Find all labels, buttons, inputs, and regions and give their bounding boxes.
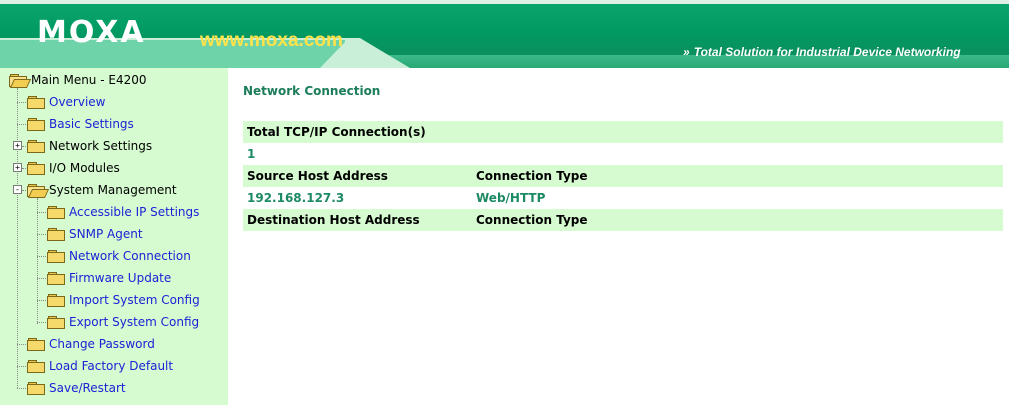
- open-folder-icon: [9, 73, 32, 88]
- expand-network-settings-toggle[interactable]: +: [13, 141, 22, 150]
- sidebar-item-overview[interactable]: Overview: [27, 92, 106, 112]
- sidebar-item-accessible-ip-settings[interactable]: Accessible IP Settings: [47, 202, 199, 222]
- tree-line: [37, 234, 46, 235]
- table-header-row: Source Host Address Connection Type: [243, 165, 1003, 187]
- tree-line: [17, 344, 26, 345]
- folder-icon: [27, 95, 45, 109]
- folder-icon: [27, 359, 45, 373]
- sidebar-item-basic-settings[interactable]: Basic Settings: [27, 114, 134, 134]
- source-connection-type: Web/HTTP: [472, 187, 1003, 209]
- open-folder-icon: [27, 183, 50, 198]
- folder-icon: [47, 227, 65, 241]
- page-title: Network Connection: [243, 84, 381, 98]
- sidebar-item-save-restart[interactable]: Save/Restart: [27, 378, 126, 398]
- sidebar-item-snmp-agent[interactable]: SNMP Agent: [47, 224, 143, 244]
- tagline-text: Total Solution for Industrial Device Net…: [693, 45, 961, 59]
- folder-icon: [47, 249, 65, 263]
- tree-line: [17, 88, 18, 388]
- sidebar-item-network-settings[interactable]: Network Settings: [27, 136, 152, 156]
- folder-icon: [47, 315, 65, 329]
- sidebar-menu-tree: + + - Main Menu - E4200 Overview Basic S…: [0, 68, 228, 405]
- folder-icon: [27, 161, 45, 175]
- sidebar-item-label[interactable]: Basic Settings: [49, 117, 134, 131]
- tree-line: [17, 124, 26, 125]
- expand-io-modules-toggle[interactable]: +: [13, 163, 22, 172]
- header-tagline: » Total Solution for Industrial Device Ne…: [683, 44, 961, 60]
- source-host-address: 192.168.127.3: [243, 187, 472, 209]
- sidebar-root-label: Main Menu - E4200: [31, 73, 147, 87]
- sidebar-item-system-management[interactable]: System Management: [27, 180, 177, 200]
- collapse-system-management-toggle[interactable]: -: [13, 185, 22, 194]
- tree-line: [17, 366, 26, 367]
- tree-line: [22, 146, 26, 147]
- sidebar-item-label[interactable]: Export System Config: [69, 315, 199, 329]
- table-header-row: Total TCP/IP Connection(s): [243, 121, 1003, 143]
- sidebar-item-label[interactable]: I/O Modules: [49, 161, 120, 175]
- sidebar-item-label[interactable]: Change Password: [49, 337, 155, 351]
- sidebar-item-label[interactable]: Save/Restart: [49, 381, 126, 395]
- sidebar-item-label[interactable]: Network Connection: [69, 249, 191, 263]
- sidebar-item-label[interactable]: Overview: [49, 95, 106, 109]
- tree-line: [37, 198, 38, 324]
- connection-table: Total TCP/IP Connection(s) 1 Source Host…: [243, 121, 1003, 231]
- tree-line: [37, 278, 46, 279]
- tree-line: [17, 102, 26, 103]
- table-row: 1: [243, 143, 1003, 165]
- tree-line: [22, 168, 26, 169]
- sidebar-item-label[interactable]: Accessible IP Settings: [69, 205, 199, 219]
- sidebar-item-label[interactable]: Import System Config: [69, 293, 200, 307]
- sidebar-item-firmware-update[interactable]: Firmware Update: [47, 268, 171, 288]
- table-row: 192.168.127.3 Web/HTTP: [243, 187, 1003, 209]
- folder-icon: [27, 381, 45, 395]
- tree-line: [17, 388, 26, 389]
- double-chevron-icon: »: [683, 45, 690, 59]
- tree-line: [37, 212, 46, 213]
- moxa-logo: MOXA: [37, 15, 146, 50]
- sidebar-item-load-factory-default[interactable]: Load Factory Default: [27, 356, 173, 376]
- sidebar-item-network-connection[interactable]: Network Connection: [47, 246, 191, 266]
- total-connections-value: 1: [243, 143, 1003, 165]
- source-connection-type-header: Connection Type: [472, 165, 1003, 187]
- folder-icon: [27, 117, 45, 131]
- folder-icon: [47, 205, 65, 219]
- destination-connection-type-header: Connection Type: [472, 209, 1003, 231]
- tree-line: [37, 322, 46, 323]
- site-link[interactable]: www.moxa.com: [200, 30, 343, 52]
- main-content: Network Connection Total TCP/IP Connecti…: [228, 68, 1009, 405]
- sidebar-item-io-modules[interactable]: I/O Modules: [27, 158, 120, 178]
- tree-line: [37, 256, 46, 257]
- sidebar-item-label[interactable]: Firmware Update: [69, 271, 171, 285]
- folder-icon: [27, 139, 45, 153]
- source-host-header: Source Host Address: [243, 165, 472, 187]
- destination-host-header: Destination Host Address: [243, 209, 472, 231]
- sidebar-item-label[interactable]: Network Settings: [49, 139, 152, 153]
- page-header: MOXA www.moxa.com » Total Solution for In…: [0, 0, 1009, 68]
- sidebar-item-change-password[interactable]: Change Password: [27, 334, 155, 354]
- folder-icon: [47, 293, 65, 307]
- tree-line: [22, 190, 26, 191]
- tree-line: [37, 300, 46, 301]
- folder-icon: [27, 337, 45, 351]
- sidebar-item-label[interactable]: SNMP Agent: [69, 227, 143, 241]
- sidebar-item-label[interactable]: Load Factory Default: [49, 359, 173, 373]
- total-connections-header: Total TCP/IP Connection(s): [243, 121, 1003, 143]
- table-header-row: Destination Host Address Connection Type: [243, 209, 1003, 231]
- sidebar-root-main-menu[interactable]: Main Menu - E4200: [9, 70, 147, 90]
- sidebar-item-export-system-config[interactable]: Export System Config: [47, 312, 199, 332]
- folder-icon: [47, 271, 65, 285]
- sidebar-item-import-system-config[interactable]: Import System Config: [47, 290, 200, 310]
- sidebar-item-label[interactable]: System Management: [49, 183, 177, 197]
